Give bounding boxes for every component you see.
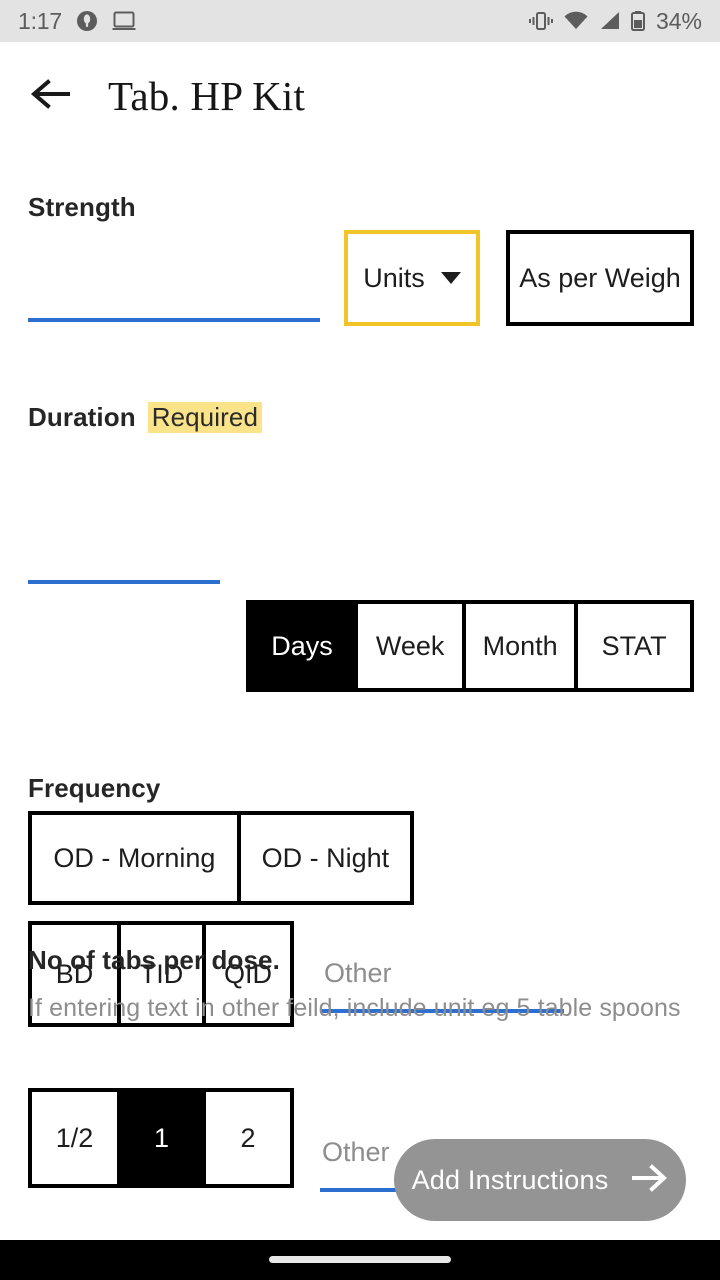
chevron-down-icon [440, 272, 461, 284]
battery-icon [630, 10, 646, 32]
units-dropdown[interactable]: Units [344, 230, 480, 326]
tabs-per-dose-other-placeholder: Other [322, 1137, 390, 1167]
duration-option-week[interactable]: Week [358, 604, 467, 688]
units-label: Units [363, 262, 425, 293]
cellular-signal-icon [598, 10, 621, 32]
strength-input[interactable] [28, 250, 320, 322]
back-button[interactable] [24, 68, 80, 124]
tabs-option-two[interactable]: 2 [206, 1092, 290, 1184]
tabs-option-one-label: 1 [153, 1122, 170, 1153]
app-bar: Tab. HP Kit [0, 42, 720, 150]
duration-option-month-label: Month [482, 630, 558, 661]
battery-percent-label: 34% [655, 7, 702, 34]
duration-label-row: Duration Required [28, 402, 262, 433]
duration-segmented-control: Days Week Month STAT [246, 600, 694, 692]
frequency-option-od-morning[interactable]: OD - Morning [32, 815, 241, 901]
tabs-per-dose-helper: If entering text in other feild, include… [28, 994, 681, 1022]
add-instructions-label: Add Instructions [411, 1164, 609, 1195]
status-time: 1:17 [18, 7, 62, 34]
as-per-weight-label: As per Weigh [519, 262, 681, 293]
gesture-home-pill[interactable] [269, 1256, 451, 1263]
as-per-weight-button[interactable]: As per Weigh [506, 230, 694, 326]
duration-option-month[interactable]: Month [466, 604, 579, 688]
duration-option-days-label: Days [271, 630, 333, 661]
status-bar-left: 1:17 [18, 8, 136, 35]
frequency-label: Frequency [28, 773, 161, 803]
tabs-option-half[interactable]: 1/2 [32, 1092, 121, 1184]
frequency-option-od-night[interactable]: OD - Night [240, 815, 410, 901]
duration-option-week-label: Week [375, 630, 445, 661]
frequency-option-od-morning-label: OD - Morning [53, 842, 216, 873]
wifi-icon [563, 10, 589, 32]
strength-label: Strength [28, 192, 136, 222]
tabs-option-half-label: 1/2 [55, 1122, 94, 1153]
status-bar-right: 34% [528, 8, 702, 35]
back-arrow-icon [30, 76, 74, 117]
duration-input[interactable] [28, 460, 220, 584]
frequency-other-placeholder: Other [324, 958, 392, 988]
cast-screen-icon [112, 10, 136, 32]
duration-option-days[interactable]: Days [250, 604, 359, 688]
duration-option-stat-label: STAT [601, 630, 667, 661]
app-screen: 1:17 34% Tab. HP Kit Strength Units As p… [0, 0, 720, 1280]
frequency-option-od-night-label: OD - Night [261, 842, 390, 873]
tabs-per-dose-segmented-control: 1/2 1 2 [28, 1088, 294, 1188]
page-title: Tab. HP Kit [108, 73, 306, 119]
vibrate-icon [528, 10, 554, 32]
arrow-right-icon [630, 1163, 668, 1197]
tabs-option-one[interactable]: 1 [121, 1092, 206, 1184]
duration-label: Duration [28, 402, 136, 432]
status-bar: 1:17 34% [0, 0, 720, 42]
required-badge: Required [147, 402, 262, 433]
notification-dot-icon [76, 10, 98, 32]
add-instructions-button[interactable]: Add Instructions [394, 1139, 686, 1221]
duration-option-stat[interactable]: STAT [578, 604, 691, 688]
frequency-od-group: OD - Morning OD - Night [28, 811, 414, 905]
system-navigation-bar [0, 1240, 720, 1280]
tabs-option-two-label: 2 [240, 1122, 256, 1153]
tabs-per-dose-label: No of tabs per dose. [28, 945, 280, 975]
form-content: Strength Units As per Weigh Duration Req… [0, 150, 720, 1240]
